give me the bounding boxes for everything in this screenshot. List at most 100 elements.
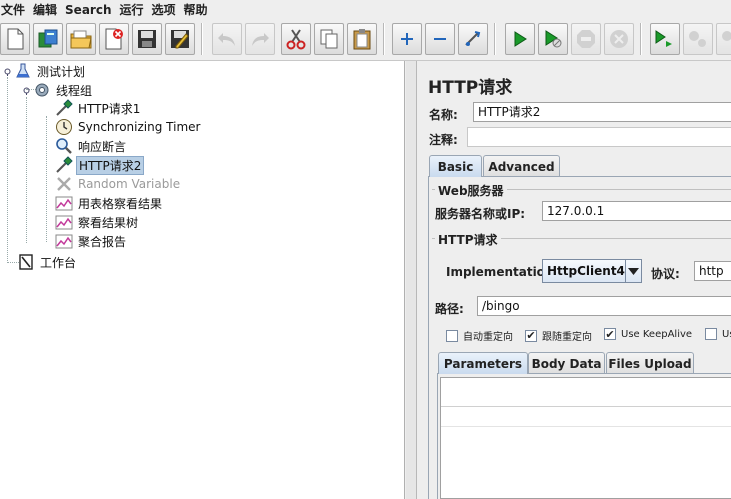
checkbox-box [705,328,717,340]
new-file-icon [5,28,25,50]
remote-start-button[interactable] [650,23,680,55]
open-button[interactable] [66,23,96,55]
toggle-button[interactable] [458,23,488,55]
collapse-button[interactable] [425,23,455,55]
stop-icon [576,29,596,49]
tab-advanced[interactable]: Advanced [483,155,560,177]
start-button[interactable] [505,23,535,55]
remote-stop-icon [687,29,709,49]
gear-icon [33,81,51,99]
cut-button[interactable] [281,23,311,55]
save-icon [137,29,157,49]
name-label: 名称: [429,108,458,122]
tree-node-aggregate-report[interactable]: 聚合报告 [55,232,128,250]
new-button[interactable] [0,23,30,55]
tree-node-thread-group[interactable]: 线程组 [21,81,94,99]
panel-title: HTTP请求 [428,78,513,98]
keepalive-checkbox[interactable]: ✔ Use KeepAlive [604,328,692,340]
toggle-icon [463,29,483,49]
checkbox-label: 自动重定向 [463,332,513,343]
tree-node-label: 线程组 [56,83,93,98]
shutdown-button[interactable] [604,23,634,55]
menu-options[interactable]: 选项 [151,1,183,18]
paste-button[interactable] [347,23,377,55]
stop-button[interactable] [571,23,601,55]
tree-node-label: 响应断言 [78,139,127,154]
name-field[interactable]: HTTP请求2 [473,102,731,122]
http-request-group-title: HTTP请求 [435,231,501,248]
paste-icon [352,28,372,50]
protocol-field[interactable]: http [694,261,731,281]
check-icon: ✔ [525,329,537,342]
toolbar [0,19,731,61]
remote-play-icon [654,29,676,49]
comment-label: 注释: [429,133,458,147]
implementation-value: HttpClient4 [547,264,625,278]
menu-help[interactable]: 帮助 [183,1,215,18]
menu-file[interactable]: 文件 [0,1,32,18]
close-file-icon [103,28,125,50]
graph-icon [55,213,73,231]
check-icon: ✔ [604,327,616,341]
toolbar-separator [640,23,642,55]
follow-redirects-checkbox[interactable]: ✔ 跟随重定向 [525,328,592,343]
cross-tools-icon [55,175,73,193]
tree-node-http-request-2[interactable]: HTTP请求2 [55,155,145,175]
remote-exit-icon [720,29,731,49]
workbench-icon [17,253,35,271]
tree-node-view-results-table[interactable]: 用表格察看结果 [55,194,164,212]
tree-node-label: 工作台 [40,255,77,270]
menu-edit[interactable]: 编辑 [32,1,64,18]
tab-body-data[interactable]: Body Data [528,352,605,374]
tree-node-synchronizing-timer[interactable]: Synchronizing Timer [55,118,202,136]
timer-icon [55,118,73,136]
tab-files-upload[interactable]: Files Upload [606,352,694,374]
close-button[interactable] [99,23,129,55]
start-no-pause-button[interactable] [538,23,568,55]
save-as-button[interactable] [165,23,195,55]
remote-stop-button[interactable] [683,23,713,55]
parameters-table[interactable] [440,377,731,499]
remote-exit-button[interactable] [716,23,731,55]
scissors-icon [286,28,306,50]
save-button[interactable] [132,23,162,55]
tree-node-test-plan[interactable]: 测试计划 [2,62,87,80]
toolbar-separator [494,23,496,55]
tree-node-view-results-tree[interactable]: 察看结果树 [55,213,140,231]
copy-button[interactable] [314,23,344,55]
tree-expand-handle[interactable] [2,66,12,76]
undo-button[interactable] [212,23,242,55]
implementation-select[interactable]: HttpClient4 [542,259,642,283]
tree-node-response-assertion[interactable]: 响应断言 [55,137,128,155]
server-field[interactable]: 127.0.0.1 [542,201,731,221]
table-row-divider [441,426,731,427]
edit-save-icon [170,29,190,49]
tree-node-label: 测试计划 [37,64,86,79]
tree-node-workbench[interactable]: 工作台 [17,253,78,271]
tab-basic[interactable]: Basic [429,155,482,177]
pipette-icon [55,99,73,117]
tree-node-http-request-1[interactable]: HTTP请求1 [55,99,142,117]
menu-search[interactable]: Search [64,3,118,17]
panel-splitter[interactable] [406,61,417,499]
tree-connector [7,77,8,263]
auto-redirect-checkbox[interactable]: 自动重定向 [446,328,513,343]
redo-icon [250,30,270,48]
tree-node-label: HTTP请求1 [78,101,141,116]
tree-node-label: Synchronizing Timer [78,120,201,134]
multipart-checkbox[interactable]: Us [705,328,731,340]
checkbox-box [446,329,458,342]
menu-bar: 文件 编辑 Search 运行 选项 帮助 [0,0,731,19]
path-field[interactable]: /bingo [477,296,731,316]
tree-connector [46,116,47,242]
test-plan-tree[interactable]: 测试计划 线程组 HTTP请求1 Synchronizing Timer 响应断… [0,61,405,499]
comment-field[interactable] [467,127,731,147]
tab-parameters[interactable]: Parameters [438,352,528,374]
tree-node-random-variable[interactable]: Random Variable [55,175,182,193]
expand-button[interactable] [392,23,422,55]
tree-expand-handle[interactable] [21,85,31,95]
redo-button[interactable] [245,23,275,55]
menu-run[interactable]: 运行 [118,1,150,18]
open-folder-icon [70,29,92,49]
templates-button[interactable] [33,23,63,55]
